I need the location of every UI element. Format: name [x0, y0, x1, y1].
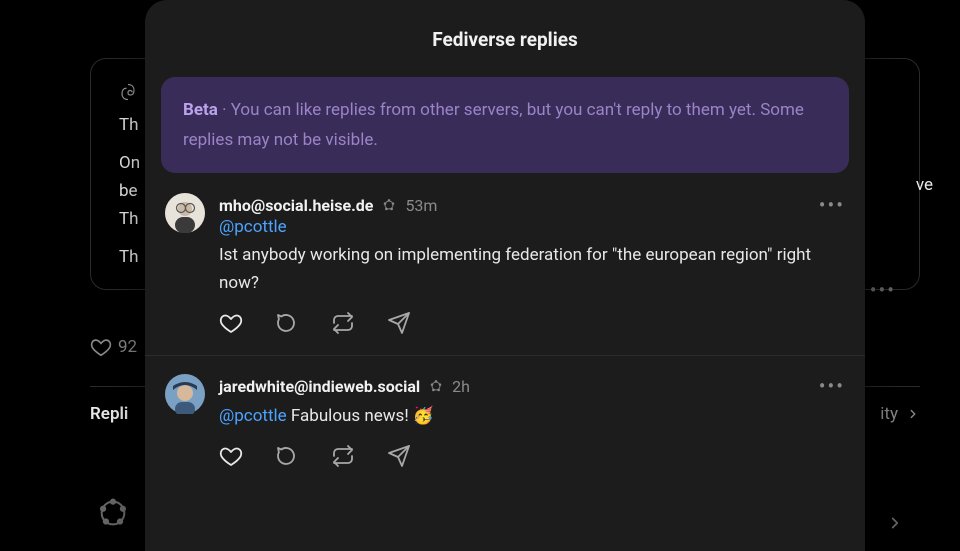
- reply-mention[interactable]: @pcottle: [219, 406, 287, 426]
- reply-item: jaredwhite@indieweb.social 2h ••• @: [145, 355, 865, 488]
- reply-more-button[interactable]: •••: [819, 193, 845, 217]
- fediverse-icon: [96, 496, 130, 530]
- like-button[interactable]: [219, 444, 243, 468]
- background-more-button[interactable]: •••: [870, 278, 896, 302]
- repost-button[interactable]: [331, 311, 355, 335]
- reply-more-button[interactable]: •••: [819, 374, 845, 398]
- reply-text: Ist anybody working on implementing fede…: [219, 241, 845, 297]
- like-count-value: 92: [118, 337, 137, 357]
- reply-actions: [219, 444, 845, 468]
- avatar[interactable]: [165, 193, 205, 233]
- comment-button[interactable]: [275, 311, 299, 335]
- threads-icon: [119, 83, 137, 101]
- beta-badge: Beta: [183, 100, 218, 120]
- modal-title: Fediverse replies: [145, 0, 865, 69]
- reply-mention[interactable]: @pcottle: [219, 217, 845, 237]
- reply-actions: [219, 311, 845, 335]
- background-trail-text: ve: [916, 175, 933, 195]
- beta-banner: Beta · You can like replies from other s…: [161, 77, 849, 173]
- reply-timestamp: 53m: [405, 196, 437, 215]
- chevron-right-icon[interactable]: [886, 514, 904, 532]
- background-like-count[interactable]: 92: [90, 336, 137, 358]
- reply-timestamp: 2h: [452, 377, 470, 396]
- heart-icon: [90, 336, 112, 358]
- activity-tab-trail[interactable]: ity: [880, 404, 898, 424]
- replies-tab[interactable]: Repli: [90, 404, 128, 424]
- like-button[interactable]: [219, 311, 243, 335]
- reply-username[interactable]: jaredwhite@indieweb.social: [219, 377, 420, 396]
- fediverse-replies-modal: Fediverse replies Beta · You can like re…: [145, 0, 865, 551]
- reply-item: mho@social.heise.de 53m ••• @pcottle I: [145, 193, 865, 355]
- comment-button[interactable]: [275, 444, 299, 468]
- repost-button[interactable]: [331, 444, 355, 468]
- chevron-right-icon: [906, 407, 920, 421]
- reply-username[interactable]: mho@social.heise.de: [219, 196, 373, 215]
- fediverse-icon: [428, 378, 444, 394]
- beta-banner-text: You can like replies from other servers,…: [183, 100, 804, 150]
- send-button[interactable]: [387, 444, 411, 468]
- fediverse-icon: [381, 197, 397, 213]
- beta-separator: ·: [218, 100, 231, 120]
- avatar[interactable]: [165, 374, 205, 414]
- send-button[interactable]: [387, 311, 411, 335]
- reply-text: @pcottle Fabulous news! 🥳: [219, 402, 845, 430]
- reply-text-body: Fabulous news! 🥳: [291, 406, 434, 426]
